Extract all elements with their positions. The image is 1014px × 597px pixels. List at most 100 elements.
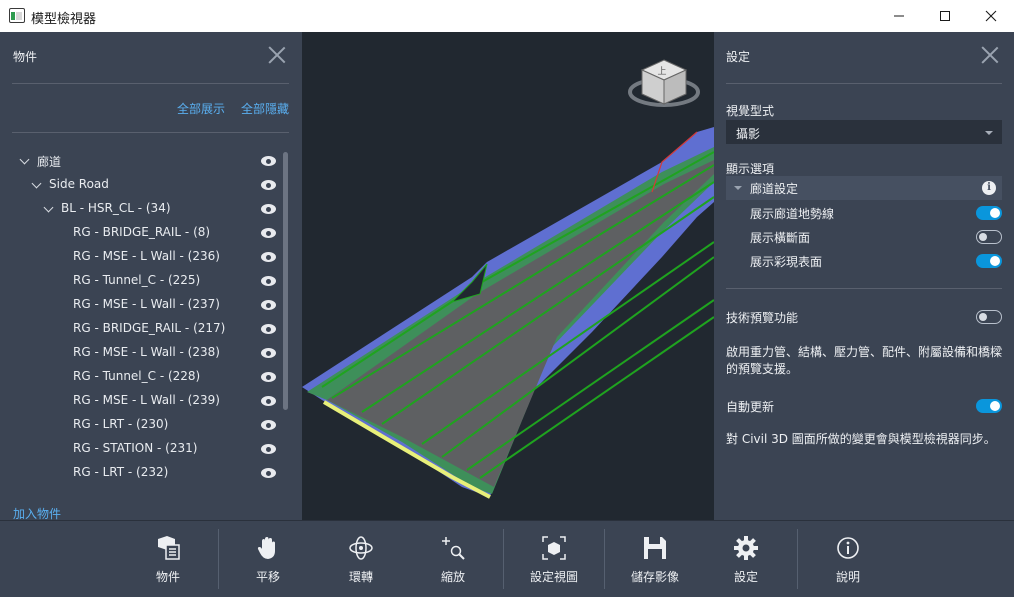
tree-item-label: RG - BRIDGE_RAIL - (8)	[73, 225, 211, 239]
visibility-eye-icon[interactable]	[261, 156, 276, 166]
tree-item-label: RG - Tunnel_C - (225)	[73, 273, 201, 287]
visibility-eye-icon[interactable]	[261, 468, 276, 478]
show-rendered-surface-toggle[interactable]	[976, 254, 1002, 268]
close-objects-panel-icon[interactable]	[268, 46, 286, 64]
tree-scrollbar[interactable]	[283, 152, 288, 410]
chevron-down-icon[interactable]	[43, 202, 54, 213]
save-icon	[644, 537, 666, 559]
tree-item-label: RG - LRT - (230)	[73, 417, 169, 431]
settings-button-label: 設定	[733, 570, 758, 584]
pan-hand-icon	[257, 537, 275, 559]
objects-button-label: 物件	[155, 570, 180, 584]
visibility-eye-icon[interactable]	[261, 444, 276, 454]
objects-button[interactable]: 物件	[138, 521, 198, 597]
tree-item-side-road[interactable]: Side Road	[10, 173, 282, 197]
chevron-down-icon[interactable]	[31, 178, 42, 189]
auto-update-toggle[interactable]	[976, 399, 1002, 413]
close-settings-panel-icon[interactable]	[981, 46, 999, 64]
hide-all-link[interactable]: 全部隱藏	[241, 100, 289, 117]
zoom-button[interactable]: 縮放	[423, 521, 483, 597]
visibility-eye-icon[interactable]	[261, 396, 276, 406]
info-icon[interactable]: i	[982, 181, 996, 195]
show-sections-toggle[interactable]	[976, 230, 1002, 244]
visibility-eye-icon[interactable]	[261, 228, 276, 238]
maximize-button[interactable]	[922, 0, 968, 32]
visibility-eye-icon[interactable]	[261, 420, 276, 430]
objects-panel-title: 物件	[13, 50, 38, 64]
orbit-button-label: 環轉	[348, 570, 373, 584]
caret-down-icon	[734, 186, 742, 190]
tree-item-label: RG - BRIDGE_RAIL - (217)	[73, 321, 226, 335]
show-feature-lines-toggle[interactable]	[976, 206, 1002, 220]
set-view-button-label: 設定視圖	[529, 570, 578, 584]
tree-item-baseline[interactable]: BL - HSR_CL - (34)	[10, 197, 282, 221]
tree-item-region[interactable]: RG - STATION - (231)	[10, 437, 282, 461]
visual-style-select[interactable]: 攝影	[726, 120, 1002, 144]
objects-panel: 物件 全部展示 全部隱藏 廊道 Side Road BL - HSR_CL - …	[0, 32, 302, 521]
corridor-3d-model: 上	[302, 59, 714, 499]
tree-item-region[interactable]: RG - LRT - (232)	[10, 461, 282, 485]
visibility-eye-icon[interactable]	[261, 300, 276, 310]
chevron-down-icon[interactable]	[19, 154, 30, 165]
tree-item-region[interactable]: RG - MSE - L Wall - (239)	[10, 389, 282, 413]
tree-item-region[interactable]: RG - MSE - L Wall - (238)	[10, 341, 282, 365]
tech-preview-description: 啟用重力管、結構、壓力管、配件、附屬設備和橋樑的預覽支援。	[726, 345, 1003, 376]
visibility-eye-icon[interactable]	[261, 348, 276, 358]
visibility-eye-icon[interactable]	[261, 324, 276, 334]
visibility-eye-icon[interactable]	[261, 372, 276, 382]
option-label: 展示彩現表面	[750, 255, 823, 269]
chevron-down-icon	[985, 131, 993, 135]
toolbar-separator	[218, 529, 219, 589]
tree-item-region[interactable]: RG - Tunnel_C - (225)	[10, 269, 282, 293]
minimize-icon	[894, 15, 904, 17]
settings-panel-title: 設定	[726, 50, 751, 64]
divider	[726, 288, 1002, 289]
visibility-eye-icon[interactable]	[261, 180, 276, 190]
tree-item-corridor[interactable]: 廊道	[10, 149, 282, 173]
tree-item-label: RG - MSE - L Wall - (239)	[73, 393, 220, 407]
auto-update-description: 對 Civil 3D 圖面所做的變更會與模型檢視器同步。	[726, 432, 996, 446]
display-options-label: 顯示選項	[726, 162, 775, 176]
tree-item-label: Side Road	[49, 177, 109, 191]
corridor-settings-group[interactable]: 廊道設定 i	[726, 176, 1002, 200]
model-viewport[interactable]: 上	[302, 32, 714, 520]
visibility-eye-icon[interactable]	[261, 276, 276, 286]
tree-item-region[interactable]: RG - LRT - (230)	[10, 413, 282, 437]
settings-panel: 設定 視覺型式 攝影 顯示選項 廊道設定 i 展示廊道地勢線 展示橫斷面 展示彩…	[714, 32, 1014, 520]
visibility-eye-icon[interactable]	[261, 204, 276, 214]
close-window-button[interactable]	[968, 0, 1014, 32]
visual-style-label: 視覺型式	[726, 104, 775, 118]
pan-button[interactable]: 平移	[238, 521, 298, 597]
bottom-toolbar: 物件 平移 環轉 縮放 設定視圖 儲存影像 設定 說明	[0, 520, 1014, 597]
visual-style-value: 攝影	[736, 127, 761, 141]
tree-item-region[interactable]: RG - MSE - L Wall - (237)	[10, 293, 282, 317]
tree-item-region[interactable]: RG - BRIDGE_RAIL - (8)	[10, 221, 282, 245]
tree-item-label: RG - Tunnel_C - (228)	[73, 369, 201, 383]
set-view-button[interactable]: 設定視圖	[522, 521, 586, 597]
corridor-settings-label: 廊道設定	[750, 182, 799, 196]
show-all-link[interactable]: 全部展示	[177, 100, 225, 117]
orbit-button[interactable]: 環轉	[331, 521, 391, 597]
tech-preview-toggle[interactable]	[976, 310, 1002, 324]
settings-button[interactable]: 設定	[716, 521, 776, 597]
orbit-icon	[349, 536, 373, 560]
gear-icon	[734, 536, 758, 560]
option-label: 展示橫斷面	[750, 231, 811, 245]
minimize-button[interactable]	[876, 0, 922, 32]
pan-button-label: 平移	[255, 570, 280, 584]
tree-item-region[interactable]: RG - BRIDGE_RAIL - (217)	[10, 317, 282, 341]
tree-item-label: RG - MSE - L Wall - (238)	[73, 345, 220, 359]
tree-item-region[interactable]: RG - MSE - L Wall - (236)	[10, 245, 282, 269]
object-tree: 廊道 Side Road BL - HSR_CL - (34) RG - BRI…	[10, 149, 282, 485]
window-title: 模型檢視器	[31, 12, 97, 27]
visibility-eye-icon[interactable]	[261, 252, 276, 262]
toolbar-separator	[797, 529, 798, 589]
zoom-button-label: 縮放	[440, 570, 465, 584]
save-image-button-label: 儲存影像	[630, 570, 679, 584]
help-button-label: 說明	[835, 570, 860, 584]
help-button[interactable]: 說明	[818, 521, 878, 597]
divider	[726, 83, 1002, 84]
tree-item-region[interactable]: RG - Tunnel_C - (228)	[10, 365, 282, 389]
tree-item-label: RG - LRT - (232)	[73, 465, 169, 479]
save-image-button[interactable]: 儲存影像	[622, 521, 688, 597]
